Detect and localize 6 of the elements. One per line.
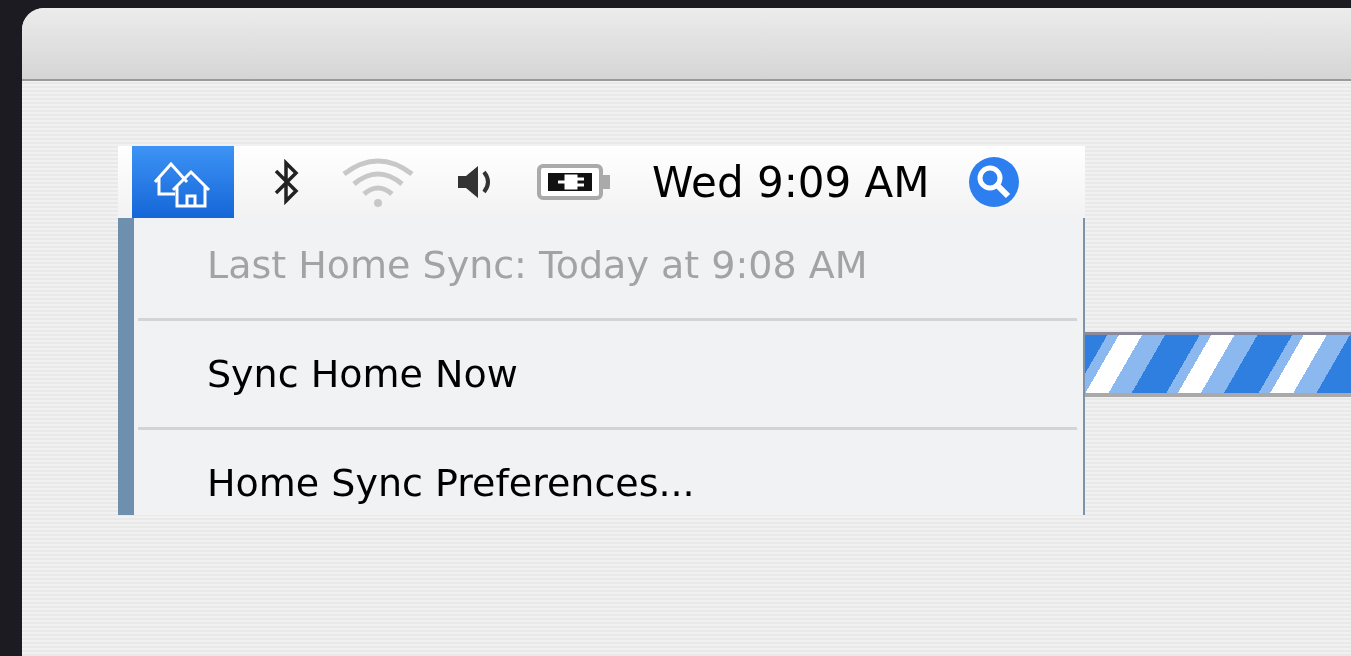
search-icon [967, 156, 1020, 208]
menu-clock[interactable]: Wed 9:09 AM [652, 157, 930, 207]
wifi-icon [340, 156, 416, 208]
menu-item[interactable]: Home Sync Preferences... [138, 446, 1077, 520]
home-menu-extra[interactable] [132, 146, 234, 218]
menu-item[interactable]: Sync Home Now [138, 337, 1077, 411]
